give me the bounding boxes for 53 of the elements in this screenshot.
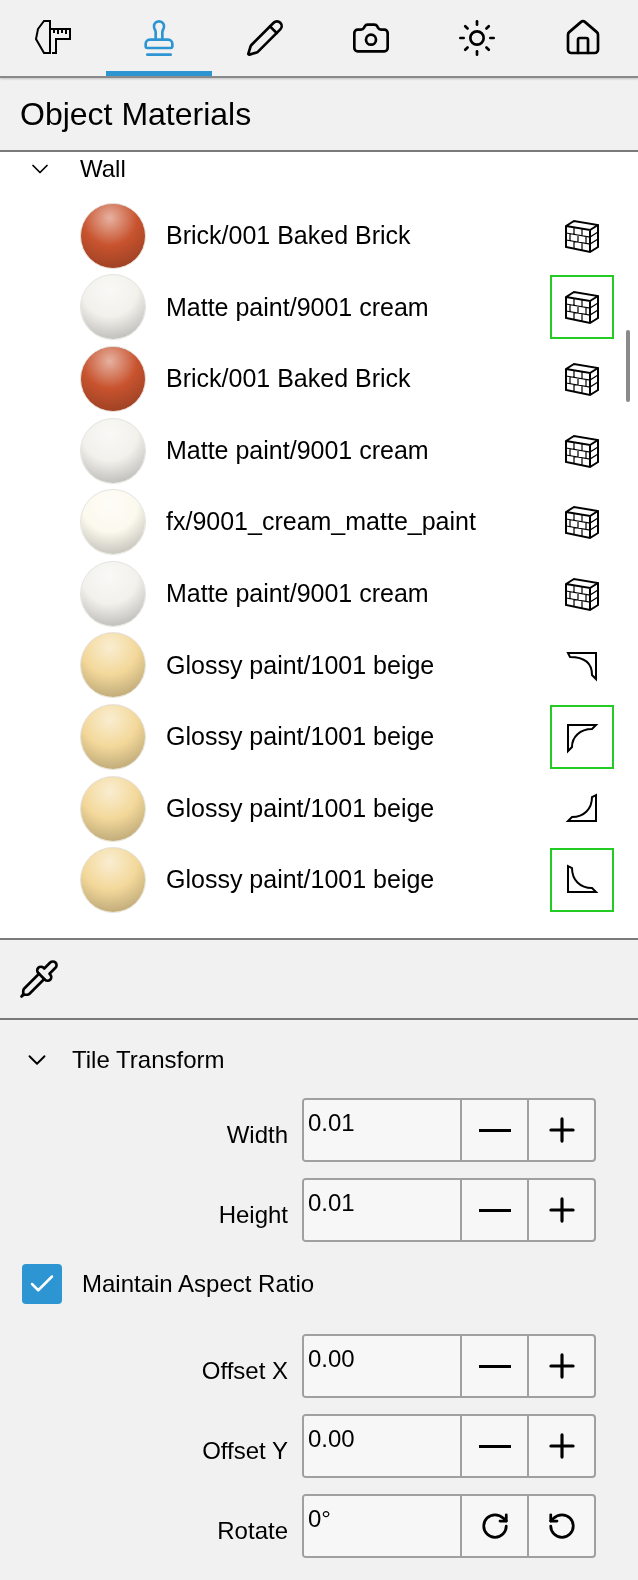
value-input[interactable]: 0.00 (304, 1416, 462, 1476)
value-input[interactable]: 0.00 (304, 1336, 462, 1396)
number-field[interactable]: 0.01 (302, 1098, 596, 1162)
checkbox-label: Maintain Aspect Ratio (82, 1269, 315, 1299)
number-field[interactable]: 0.00 (302, 1334, 596, 1398)
field-label: Width (225, 1120, 289, 1150)
group-header[interactable]: Wall (0, 152, 126, 186)
material-row[interactable]: Glossy paint/1001 beige (0, 701, 638, 773)
mapping-button[interactable] (550, 848, 614, 913)
material-name: fx/9001_cream_matte_paint (166, 506, 477, 538)
minus-icon (478, 1128, 511, 1132)
material-name: Glossy paint/1001 beige (166, 792, 436, 824)
field-label: Height (217, 1200, 289, 1230)
field-label: Offset Y (201, 1436, 289, 1466)
material-name: Matte paint/9001 cream (166, 578, 430, 609)
material-name: Matte paint/9001 cream (166, 434, 430, 466)
checkbox[interactable] (22, 1264, 62, 1304)
number-field[interactable]: 0.00 (302, 1414, 596, 1478)
material-row[interactable]: Matte paint/9001 cream (0, 271, 638, 344)
material-row[interactable]: Glossy paint/1001 beige (0, 629, 638, 702)
minus-icon (478, 1364, 511, 1368)
material-name: Matte paint/9001 cream (166, 291, 430, 323)
mapping-button[interactable] (550, 704, 614, 769)
material-name: Glossy paint/1001 beige (166, 649, 436, 681)
material-row[interactable]: Brick/001 Baked Brick (0, 343, 638, 415)
section-header[interactable]: Tile Transform (0, 1038, 638, 1082)
pencil-icon (245, 18, 285, 58)
material-row[interactable]: Glossy paint/1001 beige (0, 844, 638, 916)
sun-icon (457, 18, 497, 58)
material-row[interactable]: Matte paint/9001 cream (0, 414, 638, 487)
field-label: Rotate (216, 1516, 289, 1546)
number-field[interactable]: 0.01 (302, 1178, 596, 1242)
number-field[interactable]: 0° (302, 1494, 596, 1558)
eyedropper-icon (18, 958, 60, 1000)
mapping-button[interactable] (550, 275, 614, 340)
rotate-clockwise-icon (479, 1511, 510, 1541)
value-input[interactable]: 0° (304, 1496, 462, 1556)
material-row[interactable]: Brick/001 Baked Brick (0, 200, 638, 272)
minus-icon (478, 1444, 511, 1448)
material-row[interactable]: Matte paint/9001 cream (0, 557, 638, 630)
value-input[interactable]: 0.01 (304, 1100, 462, 1160)
value-input[interactable]: 0.01 (304, 1180, 462, 1240)
material-name: Glossy paint/1001 beige (166, 864, 436, 896)
panel-title: Object Materials (20, 95, 252, 134)
material-name: Brick/001 Baked Brick (166, 220, 412, 252)
scrollbar-thumb[interactable] (626, 330, 630, 402)
material-name: Brick/001 Baked Brick (166, 363, 412, 395)
rotate-counterclockwise-icon (546, 1511, 577, 1541)
field-label: Offset X (200, 1356, 289, 1386)
minus-icon (478, 1208, 511, 1212)
material-name: Glossy paint/1001 beige (166, 721, 436, 753)
material-row[interactable]: Glossy paint/1001 beige (0, 772, 638, 845)
material-row[interactable]: fx/9001_cream_matte_paint (0, 486, 638, 558)
